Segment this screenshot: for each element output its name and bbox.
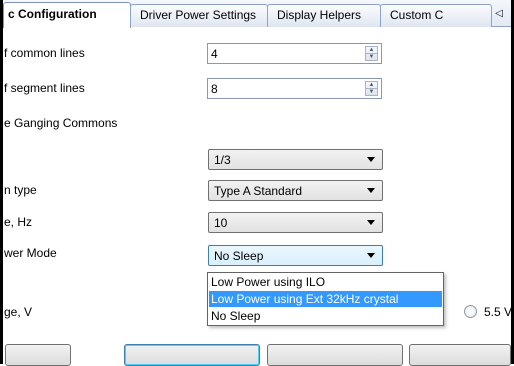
bias-value: 1/3	[214, 153, 231, 167]
tab-basic-configuration[interactable]: c Configuration	[3, 2, 131, 28]
dropdown-option-low-power-ilo[interactable]: Low Power using ILO	[209, 274, 442, 290]
window-frame-left	[0, 0, 3, 364]
waveform-type-select[interactable]: Type A Standard	[208, 180, 383, 201]
bottom-button-3[interactable]	[267, 344, 403, 366]
tab-label: c Configuration	[8, 7, 97, 21]
power-mode-label: wer Mode	[4, 246, 57, 260]
segment-lines-spinbox[interactable]: 8 ▲ ▼	[207, 78, 382, 99]
dropdown-option-no-sleep[interactable]: No Sleep	[209, 308, 442, 324]
voltage-label: ge, V	[4, 305, 33, 319]
power-mode-value: No Sleep	[214, 249, 264, 263]
frame-rate-value: 10	[214, 216, 228, 230]
ganging-commons-label: e Ganging Commons	[4, 116, 118, 130]
tab-bar: c Configuration Driver Power Settings Di…	[3, 0, 511, 28]
bottom-button-4[interactable]	[409, 344, 511, 366]
segment-lines-spin-buttons: ▲ ▼	[365, 81, 378, 96]
spin-down-icon[interactable]: ▼	[366, 89, 377, 96]
spin-up-icon[interactable]: ▲	[366, 47, 377, 54]
chevron-down-icon	[367, 188, 375, 193]
segment-lines-label: f segment lines	[4, 81, 85, 95]
frame-rate-select[interactable]: 10	[208, 212, 383, 233]
power-mode-select[interactable]: No Sleep	[208, 245, 383, 266]
voltage-radio-option[interactable]: 5.5 V	[464, 302, 514, 322]
common-lines-label: f common lines	[4, 46, 85, 60]
chevron-down-icon	[367, 253, 375, 258]
bias-select[interactable]: 1/3	[208, 149, 383, 170]
spin-down-icon[interactable]: ▼	[366, 54, 377, 61]
chevron-down-icon	[367, 157, 375, 162]
tab-custom[interactable]: Custom C	[380, 4, 492, 27]
radio-button-icon[interactable]	[464, 305, 477, 318]
power-mode-dropdown-list: Low Power using ILO Low Power using Ext …	[207, 272, 444, 326]
segment-lines-value: 8	[211, 82, 218, 96]
bottom-button-2[interactable]	[124, 344, 260, 366]
tab-display-helpers[interactable]: Display Helpers	[267, 4, 381, 27]
tab-label: Driver Power Settings	[140, 8, 257, 22]
tab-scroll-left-icon[interactable]: ◁	[493, 7, 505, 21]
tab-label: Display Helpers	[277, 8, 362, 22]
waveform-type-label: n type	[4, 183, 37, 197]
dropdown-option-low-power-ext-crystal[interactable]: Low Power using Ext 32kHz crystal	[209, 291, 442, 307]
bottom-button-1[interactable]	[5, 344, 71, 366]
common-lines-value: 4	[211, 47, 218, 61]
waveform-type-value: Type A Standard	[214, 184, 303, 198]
spin-up-icon[interactable]: ▲	[366, 82, 377, 89]
common-lines-spin-buttons: ▲ ▼	[365, 46, 378, 61]
voltage-radio-label: 5.5 V	[484, 305, 513, 319]
common-lines-spinbox[interactable]: 4 ▲ ▼	[207, 43, 382, 64]
tab-driver-power-settings[interactable]: Driver Power Settings	[130, 4, 268, 27]
tab-label: Custom C	[390, 8, 444, 22]
chevron-down-icon	[367, 220, 375, 225]
frame-rate-label: e, Hz	[4, 215, 33, 229]
